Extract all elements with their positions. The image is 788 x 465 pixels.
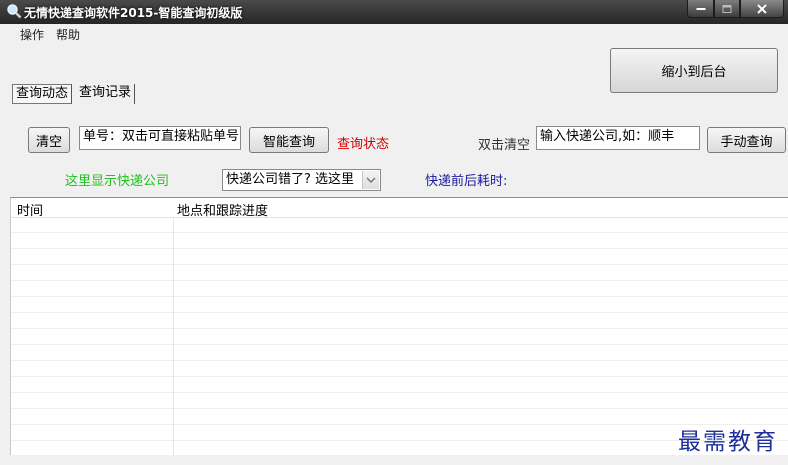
- query-status-text: 查询状态: [337, 137, 390, 152]
- company-select-value: 快递公司错了? 选这里: [226, 172, 355, 187]
- close-icon: [757, 3, 767, 14]
- column-header-time[interactable]: 时间: [17, 200, 43, 219]
- combo-arrow-button[interactable]: [362, 171, 379, 189]
- minimize-button[interactable]: [687, 0, 714, 18]
- caption-buttons: [687, 0, 784, 18]
- double-click-clear-label: 双击清空: [478, 138, 531, 153]
- tab-query-history[interactable]: 查询记录: [76, 84, 136, 104]
- title-bar[interactable]: 无情快递查询软件2015-智能查询初级版: [0, 0, 788, 24]
- smart-query-button[interactable]: 智能查询: [249, 127, 329, 153]
- tracking-table[interactable]: 时间 地点和跟踪进度: [10, 197, 788, 455]
- column-divider: [173, 198, 174, 455]
- company-input[interactable]: 输入快递公司,如：顺丰: [536, 126, 700, 150]
- watermark: 最需教育: [678, 429, 778, 455]
- column-header-location-progress[interactable]: 地点和跟踪进度: [177, 200, 268, 219]
- window-title: 无情快递查询软件2015-智能查询初级版: [24, 6, 243, 20]
- clear-button[interactable]: 清空: [28, 127, 70, 153]
- minimize-icon: [696, 7, 705, 10]
- chevron-down-icon: [366, 177, 376, 184]
- menu-help[interactable]: 帮助: [50, 26, 86, 44]
- tracking-number-input[interactable]: 单号：双击可直接粘贴单号: [79, 126, 241, 150]
- main-window: 无情快递查询软件2015-智能查询初级版 操作 帮助 缩小到后台 查询动态 查询…: [0, 0, 788, 465]
- company-select[interactable]: 快递公司错了? 选这里: [222, 169, 381, 191]
- tab-strip: 查询动态 查询记录: [12, 84, 139, 104]
- tab-query-status[interactable]: 查询动态: [12, 84, 73, 104]
- magnifier-icon: [7, 4, 22, 19]
- manual-query-button[interactable]: 手动查询: [707, 127, 786, 153]
- maximize-button[interactable]: [714, 0, 740, 18]
- maximize-icon: [722, 4, 732, 13]
- close-button[interactable]: [740, 0, 784, 18]
- menu-bar: 操作 帮助: [0, 26, 86, 44]
- time-cost-label: 快递前后耗时:: [425, 174, 508, 189]
- menu-operation[interactable]: 操作: [0, 26, 50, 44]
- company-display-text: 这里显示快递公司: [65, 174, 170, 189]
- table-header: 时间 地点和跟踪进度: [11, 198, 788, 219]
- minimize-to-tray-button[interactable]: 缩小到后台: [610, 48, 778, 93]
